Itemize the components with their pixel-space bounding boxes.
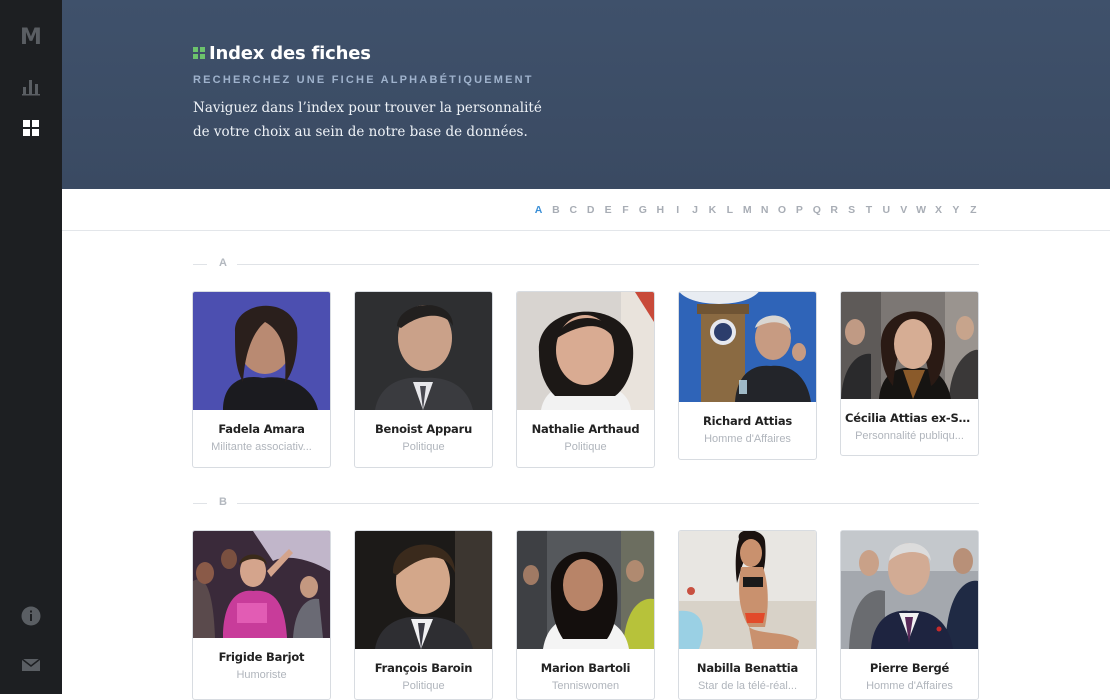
person-card[interactable]: Richard Attias Homme d'Affaires	[678, 291, 817, 460]
person-role: Homme d'Affaires	[866, 680, 953, 692]
alphabet-letter-g[interactable]: G	[634, 204, 651, 216]
page-description: Naviguez dans l’index pour trouver la pe…	[193, 100, 542, 140]
person-photo	[679, 292, 816, 402]
alphabet-letter-l[interactable]: L	[721, 204, 738, 216]
page-title-text: Index des fiches	[209, 42, 371, 64]
main-content: Index des fiches RECHERCHEZ UNE FICHE AL…	[62, 0, 1110, 700]
person-photo	[355, 292, 492, 410]
alphabet-letter-c[interactable]: C	[565, 204, 582, 216]
person-role: Tenniswomen	[551, 680, 620, 692]
alphabet-letter-y[interactable]: Y	[947, 204, 964, 216]
grid-icon[interactable]	[20, 117, 42, 139]
alphabet-letter-o[interactable]: O	[773, 204, 790, 216]
alphabet-letter-u[interactable]: U	[878, 204, 895, 216]
person-card[interactable]: Fadela Amara Militante associativ...	[192, 291, 331, 468]
person-photo	[841, 292, 978, 399]
alphabet-letter-v[interactable]: V	[895, 204, 912, 216]
alphabet-letter-a[interactable]: A	[530, 204, 547, 216]
alphabet-letter-f[interactable]: F	[617, 204, 634, 216]
person-name: Richard Attias	[702, 414, 793, 428]
person-role: Humoriste	[236, 669, 287, 681]
person-photo	[355, 531, 492, 649]
person-card[interactable]: Cécilia Attias ex-Sarkozy Personnalité p…	[840, 291, 979, 456]
person-photo	[193, 531, 330, 638]
person-photo	[193, 292, 330, 410]
alphabet-list: ABCDEFGHIJKLMNOPQRSTUVWXYZ	[530, 204, 982, 216]
page-subtitle: RECHERCHEZ UNE FICHE ALPHABÉTIQUEMENT	[193, 74, 534, 86]
person-role: Militante associativ...	[211, 441, 312, 453]
alphabet-letter-r[interactable]: R	[825, 204, 842, 216]
section-letter: A	[219, 257, 227, 269]
person-role: Personnalité publiqu...	[855, 430, 964, 442]
person-card[interactable]: Pierre Bergé Homme d'Affaires	[840, 530, 979, 700]
person-name: Benoist Apparu	[374, 422, 473, 436]
alphabet-letter-s[interactable]: S	[843, 204, 860, 216]
person-name: Frigide Barjot	[218, 650, 305, 664]
info-icon[interactable]	[20, 605, 42, 627]
person-card[interactable]: Nabilla Benattia Star de la télé-réal...	[678, 530, 817, 700]
alphabet-letter-j[interactable]: J	[686, 204, 703, 216]
person-photo	[517, 292, 654, 410]
person-name: Cécilia Attias ex-Sarkozy	[845, 411, 978, 425]
person-name: Nabilla Benattia	[696, 661, 799, 675]
person-name: Fadela Amara	[218, 422, 305, 436]
page-title: Index des fiches	[193, 40, 371, 66]
alphabet-letter-p[interactable]: P	[791, 204, 808, 216]
person-card[interactable]: Nathalie Arthaud Politique	[516, 291, 655, 468]
section-header-a: A	[193, 257, 979, 271]
logo[interactable]: M	[20, 26, 42, 50]
alphabet-letter-h[interactable]: H	[652, 204, 669, 216]
person-photo	[679, 531, 816, 649]
person-photo	[517, 531, 654, 649]
page-header: Index des fiches RECHERCHEZ UNE FICHE AL…	[62, 0, 1110, 189]
alphabet-nav: ABCDEFGHIJKLMNOPQRSTUVWXYZ	[62, 189, 1110, 231]
alphabet-letter-e[interactable]: E	[599, 204, 616, 216]
alphabet-letter-w[interactable]: W	[912, 204, 929, 216]
alphabet-letter-m[interactable]: M	[739, 204, 756, 216]
alphabet-letter-i[interactable]: I	[669, 204, 686, 216]
person-name: François Baroin	[374, 661, 473, 675]
person-role: Homme d'Affaires	[704, 433, 791, 445]
alphabet-letter-z[interactable]: Z	[965, 204, 982, 216]
person-role: Star de la télé-réal...	[697, 680, 798, 692]
person-role: Politique	[564, 441, 607, 453]
person-card[interactable]: Benoist Apparu Politique	[354, 291, 493, 468]
person-name: Nathalie Arthaud	[531, 422, 640, 436]
person-card[interactable]: Frigide Barjot Humoriste	[192, 530, 331, 700]
alphabet-letter-b[interactable]: B	[547, 204, 564, 216]
alphabet-letter-q[interactable]: Q	[808, 204, 825, 216]
person-role: Politique	[402, 441, 445, 453]
person-role: Politique	[402, 680, 445, 692]
person-card[interactable]: François Baroin Politique	[354, 530, 493, 700]
stats-icon[interactable]	[20, 75, 42, 97]
grid-icon	[193, 47, 205, 59]
alphabet-letter-x[interactable]: X	[930, 204, 947, 216]
section-letter: B	[219, 496, 227, 508]
section-header-b: B	[193, 496, 979, 510]
sidebar: M	[0, 0, 62, 694]
mail-icon[interactable]	[20, 654, 42, 676]
person-name: Pierre Bergé	[869, 661, 950, 675]
person-photo	[841, 531, 978, 649]
person-name: Marion Bartoli	[540, 661, 631, 675]
alphabet-letter-k[interactable]: K	[704, 204, 721, 216]
alphabet-letter-d[interactable]: D	[582, 204, 599, 216]
alphabet-letter-t[interactable]: T	[860, 204, 877, 216]
person-card[interactable]: Marion Bartoli Tenniswomen	[516, 530, 655, 700]
alphabet-letter-n[interactable]: N	[756, 204, 773, 216]
